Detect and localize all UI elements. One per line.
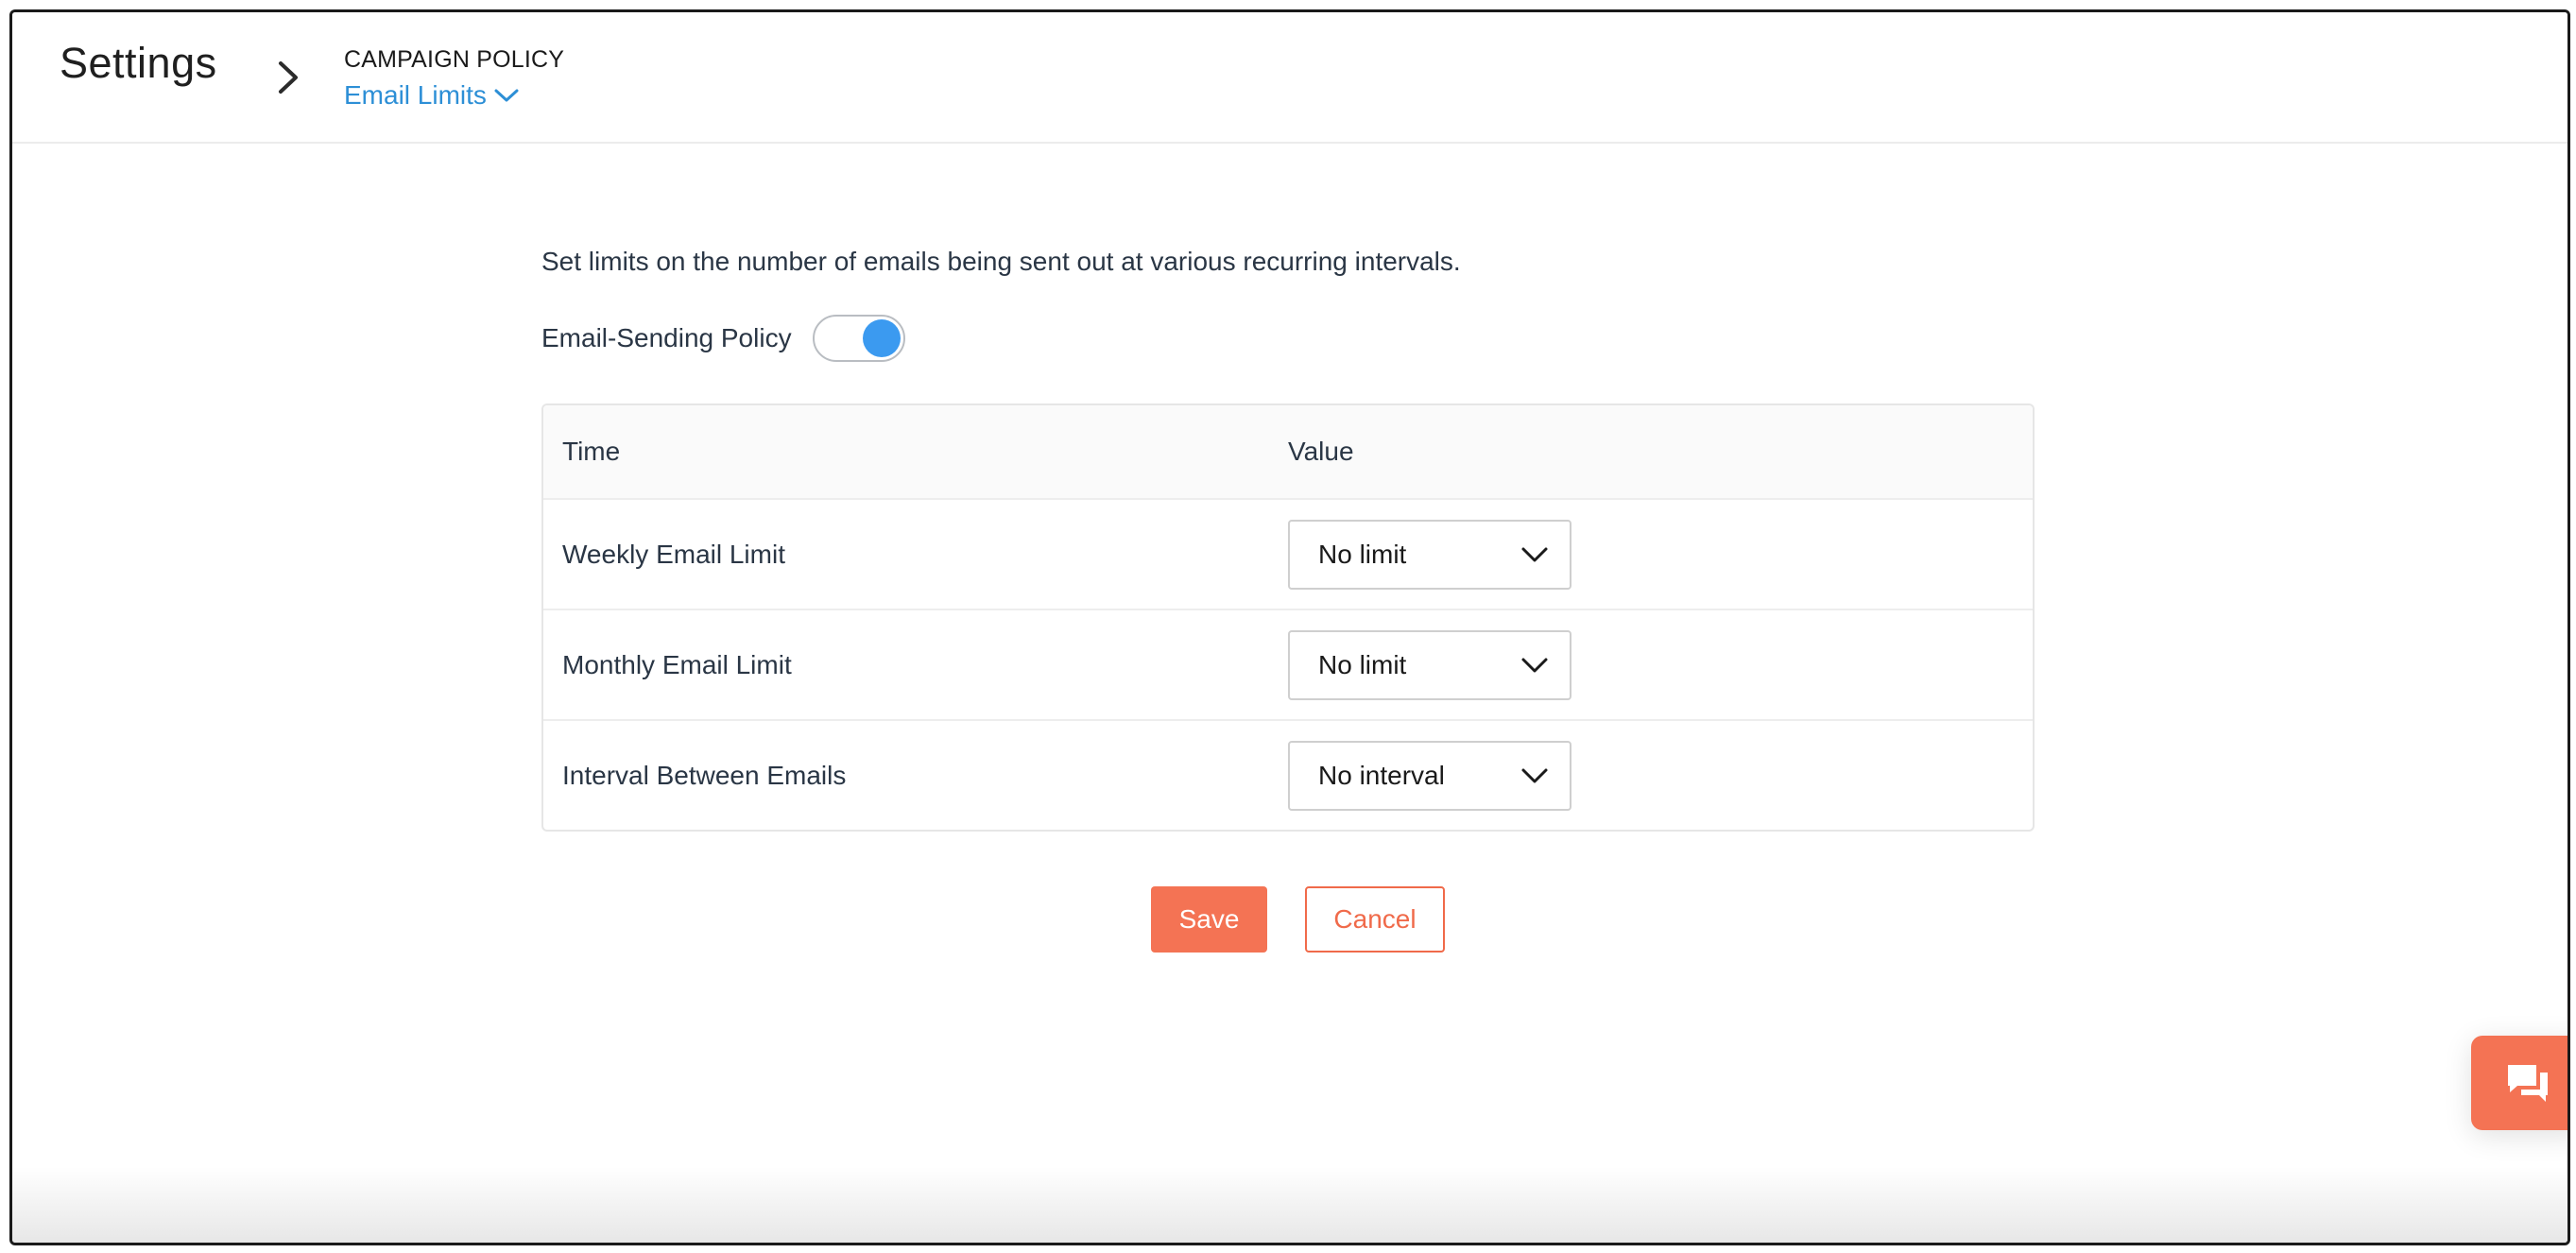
chevron-down-icon [1521, 547, 1548, 561]
table-row: Monthly Email Limit No limit [543, 610, 2033, 721]
row-label-monthly: Monthly Email Limit [562, 649, 792, 679]
chevron-down-icon [1521, 768, 1548, 782]
page-header: Settings CAMPAIGN POLICY Email Limits [12, 12, 2567, 144]
policy-label: Email-Sending Policy [541, 323, 792, 352]
policy-description: Set limits on the number of emails being… [541, 247, 1461, 276]
row-label-weekly: Weekly Email Limit [562, 539, 785, 569]
column-header-time: Time [562, 437, 621, 466]
chevron-down-icon [494, 89, 519, 102]
select-value: No limit [1318, 649, 1407, 679]
interval-select[interactable]: No interval [1288, 740, 1571, 811]
chat-widget-button[interactable] [2471, 1036, 2567, 1130]
chat-icon [2508, 1065, 2548, 1102]
app-window: Settings CAMPAIGN POLICY Email Limits Se… [9, 9, 2570, 1245]
bottom-shadow [12, 1167, 2567, 1243]
form-actions: Save Cancel [1151, 886, 1445, 953]
breadcrumb-section: CAMPAIGN POLICY [344, 46, 565, 73]
breadcrumb-current-label: Email Limits [344, 80, 487, 110]
cancel-button[interactable]: Cancel [1305, 886, 1445, 953]
table-header: Time Value [543, 405, 2033, 500]
table-row: Interval Between Emails No interval [543, 721, 2033, 830]
chevron-down-icon [1521, 658, 1548, 672]
select-value: No limit [1318, 539, 1407, 569]
chevron-right-icon [279, 61, 298, 94]
row-label-interval: Interval Between Emails [562, 760, 847, 790]
limits-table: Time Value Weekly Email Limit No limit M… [541, 403, 2035, 832]
toggle-knob [862, 319, 901, 357]
table-row: Weekly Email Limit No limit [543, 500, 2033, 610]
weekly-limit-select[interactable]: No limit [1288, 519, 1571, 590]
policy-toggle-row: Email-Sending Policy [541, 315, 905, 362]
monthly-limit-select[interactable]: No limit [1288, 629, 1571, 700]
save-button[interactable]: Save [1151, 886, 1267, 953]
column-header-value: Value [1288, 437, 1354, 466]
page-title: Settings [60, 39, 217, 87]
breadcrumb-current-dropdown[interactable]: Email Limits [344, 80, 519, 111]
select-value: No interval [1318, 760, 1445, 790]
email-sending-policy-toggle[interactable] [812, 315, 905, 362]
